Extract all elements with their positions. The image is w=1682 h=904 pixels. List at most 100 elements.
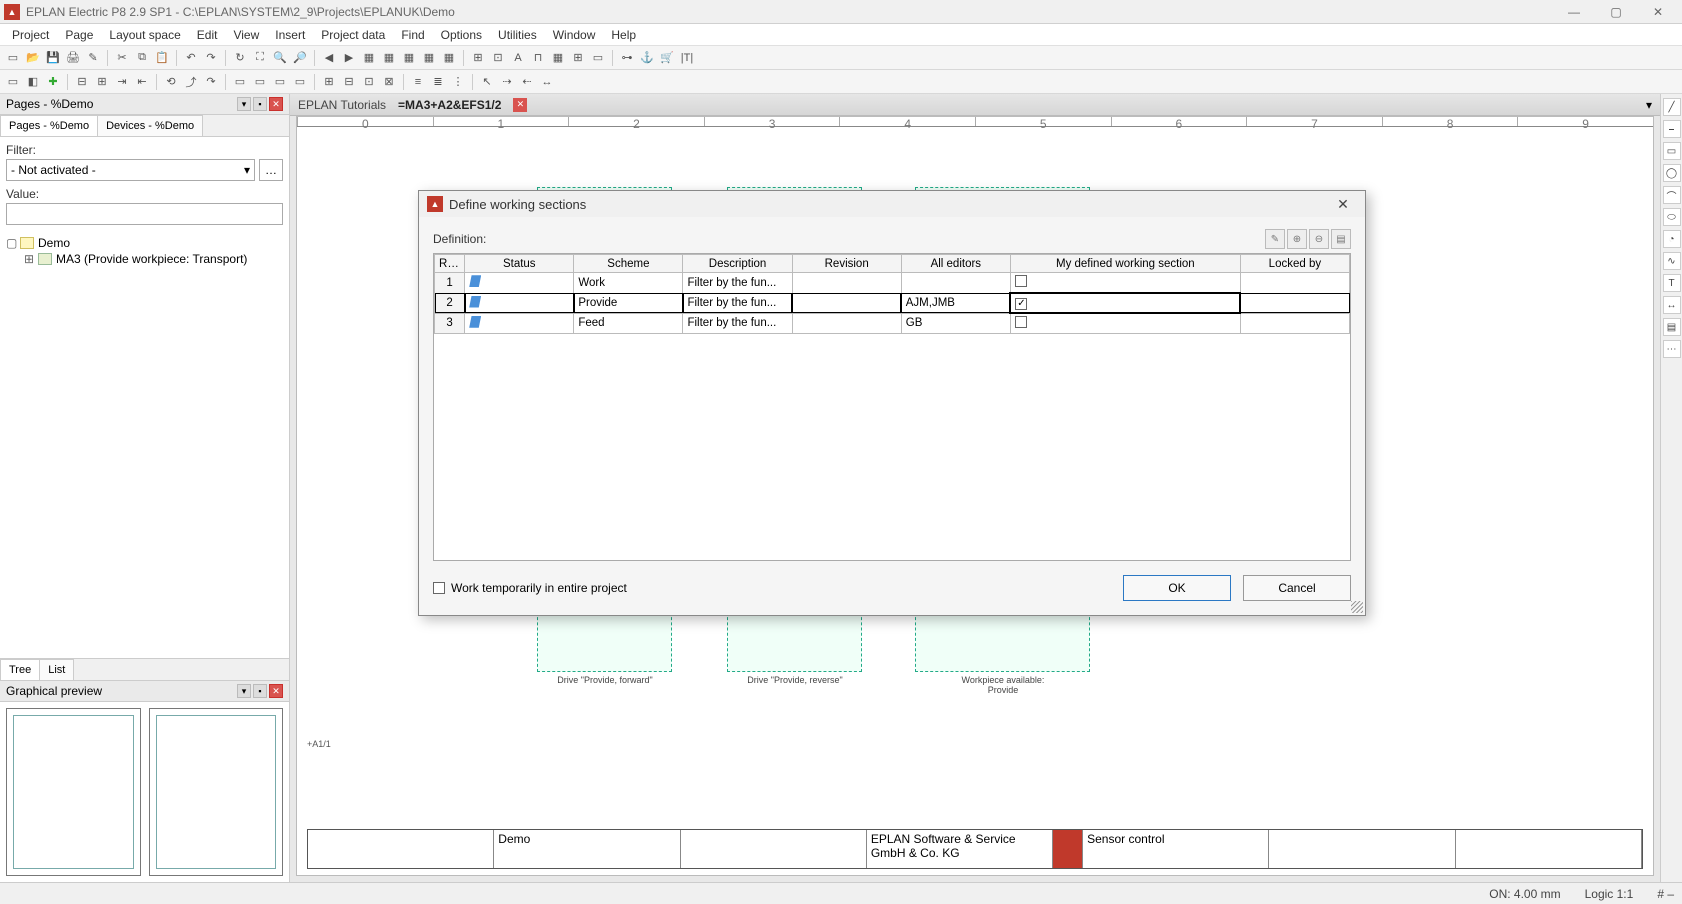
tb-copy-icon[interactable]: ⧉ <box>133 49 151 67</box>
tb2-h-icon[interactable]: ⟲ <box>162 73 180 91</box>
cell-editors[interactable] <box>901 273 1010 294</box>
expander-icon[interactable]: ▢ <box>6 236 16 250</box>
tb2-q-icon[interactable]: ⊡ <box>360 73 378 91</box>
value-input[interactable] <box>6 203 283 225</box>
tb-zoom-fit-icon[interactable]: ⛶ <box>251 49 269 67</box>
tb-undo-icon[interactable]: ↶ <box>182 49 200 67</box>
checkbox-icon[interactable]: ✓ <box>1015 298 1027 310</box>
tb2-j-icon[interactable]: ↷ <box>202 73 220 91</box>
tb-redo-icon[interactable]: ↷ <box>202 49 220 67</box>
work-temporarily-checkbox[interactable]: Work temporarily in entire project <box>433 581 627 595</box>
tb2-p-icon[interactable]: ⊟ <box>340 73 358 91</box>
cell-my-section[interactable]: ✓ <box>1010 293 1240 313</box>
tb-grid5-icon[interactable]: ▦ <box>440 49 458 67</box>
tb-edit-icon[interactable]: ✎ <box>84 49 102 67</box>
col-status[interactable]: Status <box>465 255 574 273</box>
tb2-r-icon[interactable]: ⊠ <box>380 73 398 91</box>
def-more-icon[interactable]: ▤ <box>1331 229 1351 249</box>
rtb-polyline-icon[interactable]: ⎯ <box>1663 120 1681 138</box>
cell-description[interactable]: Filter by the fun... <box>683 313 792 334</box>
tb-snap2-icon[interactable]: ⊡ <box>489 49 507 67</box>
tb-nav-prev-icon[interactable]: ◀ <box>320 49 338 67</box>
tb-cut-icon[interactable]: ✂ <box>113 49 131 67</box>
tb2-u-icon[interactable]: ⋮ <box>449 73 467 91</box>
menu-page[interactable]: Page <box>57 26 101 44</box>
filter-select[interactable]: - Not activated - ▾ <box>6 159 255 181</box>
cell-revision[interactable] <box>792 273 901 294</box>
cell-my-section[interactable] <box>1010 273 1240 294</box>
tb-grid1-icon[interactable]: ▦ <box>360 49 378 67</box>
cell-description[interactable]: Filter by the fun... <box>683 293 792 313</box>
cell-description[interactable]: Filter by the fun... <box>683 273 792 294</box>
tb2-n-icon[interactable]: ▭ <box>291 73 309 91</box>
close-button[interactable]: ✕ <box>1638 2 1678 22</box>
cell-revision[interactable] <box>792 313 901 334</box>
menu-help[interactable]: Help <box>603 26 644 44</box>
filter-more-button[interactable]: … <box>259 159 283 181</box>
cancel-button[interactable]: Cancel <box>1243 575 1351 601</box>
maximize-button[interactable]: ▢ <box>1596 2 1636 22</box>
tb-cart-icon[interactable]: 🛒 <box>658 49 676 67</box>
cell-scheme[interactable]: Feed <box>574 313 683 334</box>
tb2-e-icon[interactable]: ⊞ <box>93 73 111 91</box>
tb-tool-c-icon[interactable]: ▦ <box>549 49 567 67</box>
menu-window[interactable]: Window <box>545 26 604 44</box>
menu-options[interactable]: Options <box>433 26 490 44</box>
tb2-l-icon[interactable]: ▭ <box>251 73 269 91</box>
tb-grid3-icon[interactable]: ▦ <box>400 49 418 67</box>
tb2-b-icon[interactable]: ◧ <box>24 73 42 91</box>
rtb-image-icon[interactable]: ▤ <box>1663 318 1681 336</box>
tb2-v-icon[interactable]: ↖ <box>478 73 496 91</box>
col-description[interactable]: Description <box>683 255 792 273</box>
menu-layout-space[interactable]: Layout space <box>101 26 188 44</box>
tab-pages[interactable]: Pages - %Demo <box>0 115 98 136</box>
tb2-i-icon[interactable]: ⤴ <box>182 73 200 91</box>
tb2-o-icon[interactable]: ⊞ <box>320 73 338 91</box>
page-tree[interactable]: ▢ Demo ⊞ MA3 (Provide workpiece: Transpo… <box>0 231 289 658</box>
cell-locked-by[interactable] <box>1240 313 1349 334</box>
tb2-m-icon[interactable]: ▭ <box>271 73 289 91</box>
col-revision[interactable]: Revision <box>792 255 901 273</box>
cell-scheme[interactable]: Provide <box>574 293 683 313</box>
rtb-arc-icon[interactable]: ⌒ <box>1663 186 1681 204</box>
tb-save-icon[interactable]: 💾 <box>44 49 62 67</box>
tb-tool-e-icon[interactable]: ▭ <box>589 49 607 67</box>
tb2-w-icon[interactable]: ⇢ <box>498 73 516 91</box>
menu-utilities[interactable]: Utilities <box>490 26 545 44</box>
tb2-y-icon[interactable]: ↔ <box>538 73 556 91</box>
navigator-dropdown-icon[interactable]: ▾ <box>237 97 251 111</box>
rtb-circle-icon[interactable]: ◯ <box>1663 164 1681 182</box>
cell-my-section[interactable] <box>1010 313 1240 334</box>
cell-locked-by[interactable] <box>1240 293 1349 313</box>
preview-dropdown-icon[interactable]: ▾ <box>237 684 251 698</box>
rtb-sector-icon[interactable]: ◔ <box>1663 230 1681 248</box>
tb-text-icon[interactable]: |T| <box>678 49 696 67</box>
definition-grid[interactable]: Row Status Scheme Description Revision A… <box>433 253 1351 561</box>
tb-snap-icon[interactable]: ⊞ <box>469 49 487 67</box>
tree-tab[interactable]: Tree <box>0 659 40 680</box>
tb-zoom-out-icon[interactable]: 🔍 <box>271 49 289 67</box>
tb-paste-icon[interactable]: 📋 <box>153 49 171 67</box>
cell-editors[interactable]: AJM,JMB <box>901 293 1010 313</box>
doc-tab-close-icon[interactable]: ✕ <box>513 98 527 112</box>
cell-status[interactable] <box>465 313 574 334</box>
tree-child-label[interactable]: MA3 (Provide workpiece: Transport) <box>56 252 247 266</box>
tb-print-icon[interactable]: 🖨 <box>64 49 82 67</box>
preview-thumb-2[interactable] <box>149 708 284 876</box>
tb-grid4-icon[interactable]: ▦ <box>420 49 438 67</box>
table-row[interactable]: 2ProvideFilter by the fun...AJM,JMB✓ <box>435 293 1350 313</box>
col-locked-by[interactable]: Locked by <box>1240 255 1349 273</box>
checkbox-icon[interactable] <box>433 582 445 594</box>
tb2-a-icon[interactable]: ▭ <box>4 73 22 91</box>
resize-grip-icon[interactable] <box>1351 601 1363 613</box>
tb-zoom-in-icon[interactable]: 🔎 <box>291 49 309 67</box>
rtb-more-icon[interactable]: ⋯ <box>1663 340 1681 358</box>
rtb-rect-icon[interactable]: ▭ <box>1663 142 1681 160</box>
table-row[interactable]: 3FeedFilter by the fun...GB <box>435 313 1350 334</box>
def-add-icon[interactable]: ⊕ <box>1287 229 1307 249</box>
navigator-close-icon[interactable]: ✕ <box>269 97 283 111</box>
tb-tool-b-icon[interactable]: ⊓ <box>529 49 547 67</box>
cell-editors[interactable]: GB <box>901 313 1010 334</box>
rtb-line-icon[interactable]: ╱ <box>1663 98 1681 116</box>
cell-locked-by[interactable] <box>1240 273 1349 294</box>
